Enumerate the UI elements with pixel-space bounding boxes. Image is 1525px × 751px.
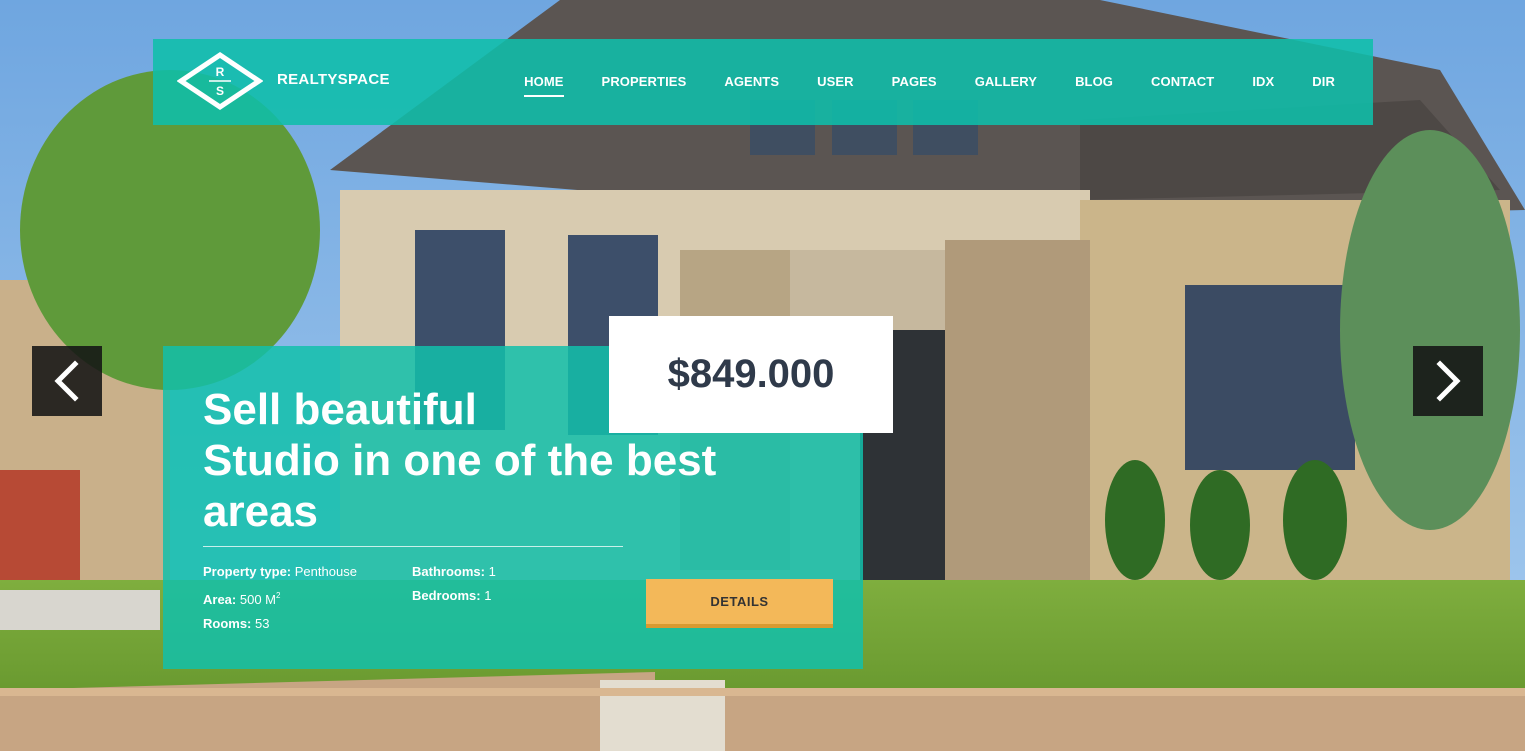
nav-item-agents[interactable]: AGENTS: [724, 74, 779, 89]
nav-item-blog[interactable]: BLOG: [1075, 74, 1113, 89]
chevron-right-icon: [1436, 360, 1461, 402]
spec-superscript: 2: [276, 591, 281, 600]
spec-label: Property type:: [203, 564, 292, 579]
nav-item-gallery[interactable]: GALLERY: [975, 74, 1037, 89]
logo-letter-r: R: [216, 65, 225, 79]
listing-title-line: areas: [203, 487, 319, 536]
details-button[interactable]: DETAILS: [646, 579, 833, 628]
spec-bedrooms: Bedrooms: 1: [412, 584, 496, 608]
spec-rooms: Rooms: 53: [203, 612, 357, 636]
brand-name[interactable]: REALTYSPACE: [277, 71, 390, 88]
chevron-left-icon: [54, 360, 79, 402]
logo-letter-s: S: [216, 84, 224, 98]
spec-label: Area:: [203, 592, 237, 607]
nav-item-user[interactable]: USER: [817, 74, 854, 89]
nav-item-home[interactable]: HOME: [524, 74, 564, 97]
slider-next-button[interactable]: [1413, 346, 1483, 416]
spec-area: Area: 500 M2: [203, 584, 357, 612]
spec-value: 1: [488, 564, 496, 579]
spec-value: 1: [484, 588, 492, 603]
brand-logo[interactable]: R S: [176, 51, 264, 111]
spec-label: Bedrooms:: [412, 588, 481, 603]
nav-item-dir[interactable]: DIR: [1312, 74, 1335, 89]
diamond-logo-icon: R S: [176, 51, 264, 111]
specs-column-left: Property type: Penthouse Area: 500 M2 Ro…: [203, 560, 357, 636]
spec-value: 500 M: [239, 592, 277, 607]
hero-slider: R S REALTYSPACE HOME PROPERTIES AGENTS U…: [0, 0, 1525, 751]
spec-value: 53: [255, 616, 270, 631]
specs-column-right: Bathrooms: 1 Bedrooms: 1: [412, 560, 496, 608]
nav-item-properties[interactable]: PROPERTIES: [602, 74, 687, 89]
spec-label: Bathrooms:: [412, 564, 485, 579]
main-navbar: R S REALTYSPACE HOME PROPERTIES AGENTS U…: [153, 39, 1373, 125]
nav-menu: HOME PROPERTIES AGENTS USER PAGES GALLER…: [486, 74, 1335, 97]
listing-title-line: Studio in one of the best: [203, 436, 717, 485]
price-tag: $849.000: [609, 316, 893, 433]
divider: [203, 546, 623, 547]
slider-prev-button[interactable]: [32, 346, 102, 416]
spec-label: Rooms:: [203, 616, 252, 631]
nav-item-contact[interactable]: CONTACT: [1151, 74, 1214, 89]
nav-item-idx[interactable]: IDX: [1252, 74, 1274, 89]
spec-bathrooms: Bathrooms: 1: [412, 560, 496, 584]
nav-item-pages[interactable]: PAGES: [892, 74, 937, 89]
spec-value: Penthouse: [294, 564, 357, 579]
spec-property-type: Property type: Penthouse: [203, 560, 357, 584]
